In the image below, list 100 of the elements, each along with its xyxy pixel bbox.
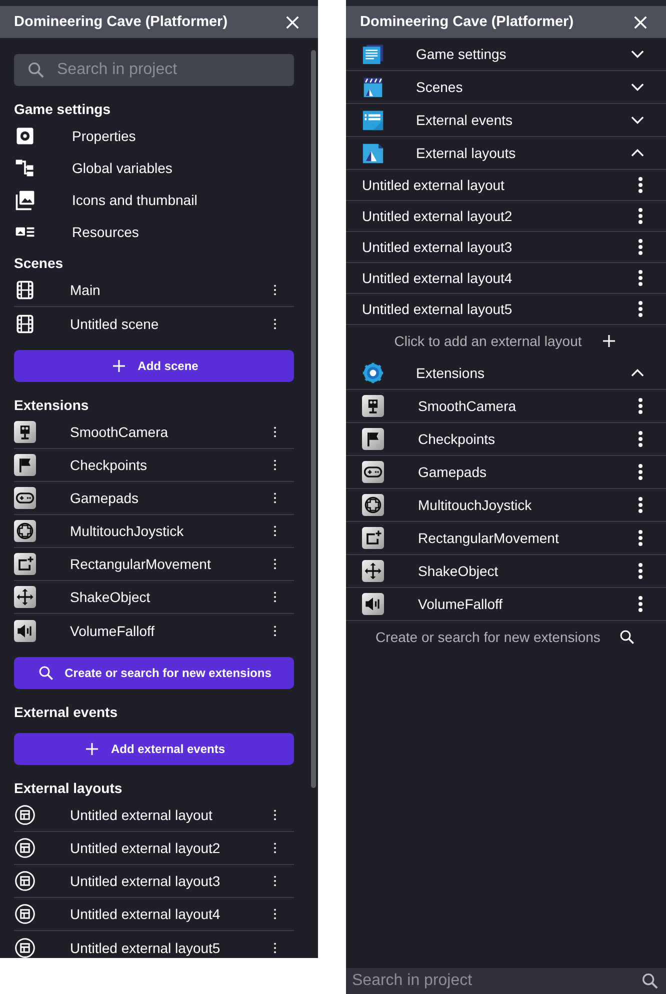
more-icon[interactable] [272,590,278,604]
list-item[interactable]: MultitouchJoystick [418,497,637,513]
list-item[interactable]: VolumeFalloff [70,622,272,638]
more-icon[interactable] [637,561,644,581]
more-icon[interactable] [272,624,278,638]
list-item[interactable]: Untitled external layout [70,807,272,823]
layout-icon [14,903,36,925]
close-icon[interactable] [633,14,648,30]
flag-icon [14,454,36,476]
more-icon[interactable] [272,283,278,297]
more-icon[interactable] [637,495,644,515]
more-icon[interactable] [637,206,644,226]
list-item[interactable]: Untitled external layout3 [362,239,637,255]
list-item[interactable]: SmoothCamera [70,424,272,440]
list-item[interactable]: Untitled external layout2 [70,840,272,856]
more-icon[interactable] [637,396,644,416]
more-icon[interactable] [272,425,278,439]
list-item[interactable]: VolumeFalloff [418,596,637,612]
move-arrows-icon [14,586,36,608]
action-button[interactable]: Create or search for new extensions [14,657,294,689]
group-header[interactable]: Game settings [416,46,631,62]
group-header[interactable]: Extensions [416,365,631,381]
list-item[interactable]: Checkpoints [418,431,637,447]
list-item[interactable]: Untitled external layout3 [70,873,272,889]
scrollbar[interactable] [311,50,316,788]
window-title: Domineering Cave (Platformer) [360,14,574,30]
list-item[interactable]: Gamepads [418,464,637,480]
speaker-icon [14,620,36,642]
list-item[interactable]: Untitled external layout4 [362,270,637,286]
more-icon[interactable] [637,237,644,257]
more-icon[interactable] [637,299,644,319]
more-icon[interactable] [272,907,278,921]
more-icon[interactable] [272,524,278,538]
search-icon [36,664,55,682]
gamepad-icon [14,487,36,509]
section-heading: Scenes [14,254,64,273]
more-icon[interactable] [272,874,278,888]
menu-item[interactable]: Properties [72,128,136,144]
close-icon[interactable] [285,14,300,30]
list-item[interactable]: Checkpoints [70,457,272,473]
add-link[interactable]: Create or search for new extensions [376,629,600,645]
group-header[interactable]: Scenes [416,79,631,95]
search-icon[interactable] [618,628,636,646]
chevron-up-icon[interactable] [631,149,644,157]
add-link[interactable]: Click to add an external layout [394,333,582,349]
film-icon [14,279,36,301]
more-icon[interactable] [637,268,644,288]
more-icon[interactable] [272,557,278,571]
more-icon[interactable] [637,528,644,548]
list-item[interactable]: RectangularMovement [418,530,637,546]
list-item[interactable]: SmoothCamera [418,398,637,414]
search-field[interactable]: Search in project [346,968,666,994]
more-icon[interactable] [637,429,644,449]
joystick-icon [362,494,384,516]
list-item[interactable]: RectangularMovement [70,556,272,572]
list-item[interactable]: ShakeObject [70,589,272,605]
action-button[interactable]: Add external events [14,733,294,765]
square-plus-icon [14,553,36,575]
menu-item[interactable]: Resources [72,224,139,240]
group-header[interactable]: External layouts [416,145,631,161]
more-icon[interactable] [637,594,644,614]
chevron-down-icon[interactable] [631,83,644,91]
search-icon [26,60,46,80]
menu-item[interactable]: Global variables [72,160,172,176]
more-icon[interactable] [272,841,278,855]
move-arrows-icon [362,560,384,582]
window-title: Domineering Cave (Platformer) [14,14,228,30]
images-icon [14,189,36,211]
list-item[interactable]: Untitled external layout2 [362,208,637,224]
section-heading: Game settings [14,100,112,119]
more-icon[interactable] [637,462,644,482]
list-item[interactable]: Untitled scene [70,316,272,332]
chevron-down-icon[interactable] [631,116,644,124]
chevron-up-icon[interactable] [631,369,644,377]
speaker-icon [362,593,384,615]
menu-item[interactable]: Icons and thumbnail [72,192,198,208]
more-icon[interactable] [272,458,278,472]
camera-icon [14,421,36,443]
list-item[interactable]: Untitled external layout4 [70,906,272,922]
action-button[interactable]: Add scene [14,350,294,382]
more-icon[interactable] [272,940,278,954]
more-icon[interactable] [272,316,278,330]
layout-icon [14,804,36,826]
clapperboard-icon [362,76,384,98]
search-field[interactable]: Search in project [14,54,294,86]
chevron-down-icon[interactable] [631,50,644,58]
list-item[interactable]: Main [70,282,272,298]
more-icon[interactable] [272,808,278,822]
more-icon[interactable] [272,491,278,505]
more-icon[interactable] [637,175,644,195]
list-item[interactable]: MultitouchJoystick [70,523,272,539]
list-item[interactable]: Untitled external layout [362,177,637,193]
group-header[interactable]: External events [416,112,631,128]
list-item[interactable]: ShakeObject [418,563,637,579]
flag-icon [362,428,384,450]
layout-icon [14,936,36,958]
list-item[interactable]: Gamepads [70,490,272,506]
list-item[interactable]: Untitled external layout5 [70,940,272,956]
list-icon [362,109,384,131]
list-item[interactable]: Untitled external layout5 [362,301,637,317]
